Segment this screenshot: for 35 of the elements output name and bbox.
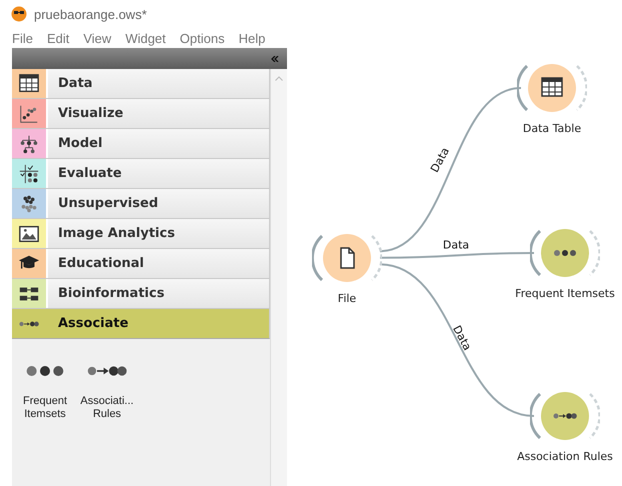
dots-arrow-icon [19, 320, 39, 326]
category-tab[interactable]: Image Analytics [12, 219, 270, 249]
node-label: File [338, 292, 356, 305]
category-tab[interactable]: Visualize [12, 99, 270, 129]
category-tab[interactable]: Associate [12, 309, 270, 339]
node-label: Data Table [522, 122, 582, 135]
widget-button[interactable]: Associati... Rules [78, 357, 136, 421]
menu-item[interactable]: Widget [125, 30, 166, 46]
collapse-icon[interactable] [269, 54, 281, 64]
link-label: Data [450, 323, 474, 353]
category-tab[interactable]: Model [12, 129, 270, 159]
table-icon [18, 72, 40, 94]
category-tab[interactable]: Bioinformatics [12, 279, 270, 309]
scrollbar[interactable] [270, 69, 287, 486]
category-tab[interactable]: Unsupervised [12, 189, 270, 219]
three-dots-icon [25, 365, 65, 377]
menu-item[interactable]: Help [238, 30, 266, 46]
link-line[interactable] [380, 252, 534, 259]
window-title: pruebaorange.ows* [34, 6, 147, 22]
check-matrix-icon [18, 162, 40, 184]
menu-item[interactable]: View [83, 30, 112, 46]
link-label: Data [428, 145, 452, 175]
menu-item[interactable]: File [12, 30, 33, 46]
dots-arrow-icon [87, 365, 127, 377]
node-label: Association Rules [517, 450, 613, 463]
scroll-up-icon[interactable] [275, 76, 283, 81]
app-logo-icon [11, 6, 27, 22]
node-label: Frequent Itemsets [515, 287, 615, 300]
menu-item[interactable]: Options [180, 30, 225, 46]
category-tab[interactable]: Evaluate [12, 159, 270, 189]
category-tab[interactable]: Educational [12, 249, 270, 279]
widget-button[interactable]: Frequent Itemsets [16, 357, 74, 421]
link-label: Data [442, 238, 470, 252]
menu-item[interactable]: Edit [46, 30, 70, 46]
category-tab[interactable]: Data [12, 69, 270, 99]
